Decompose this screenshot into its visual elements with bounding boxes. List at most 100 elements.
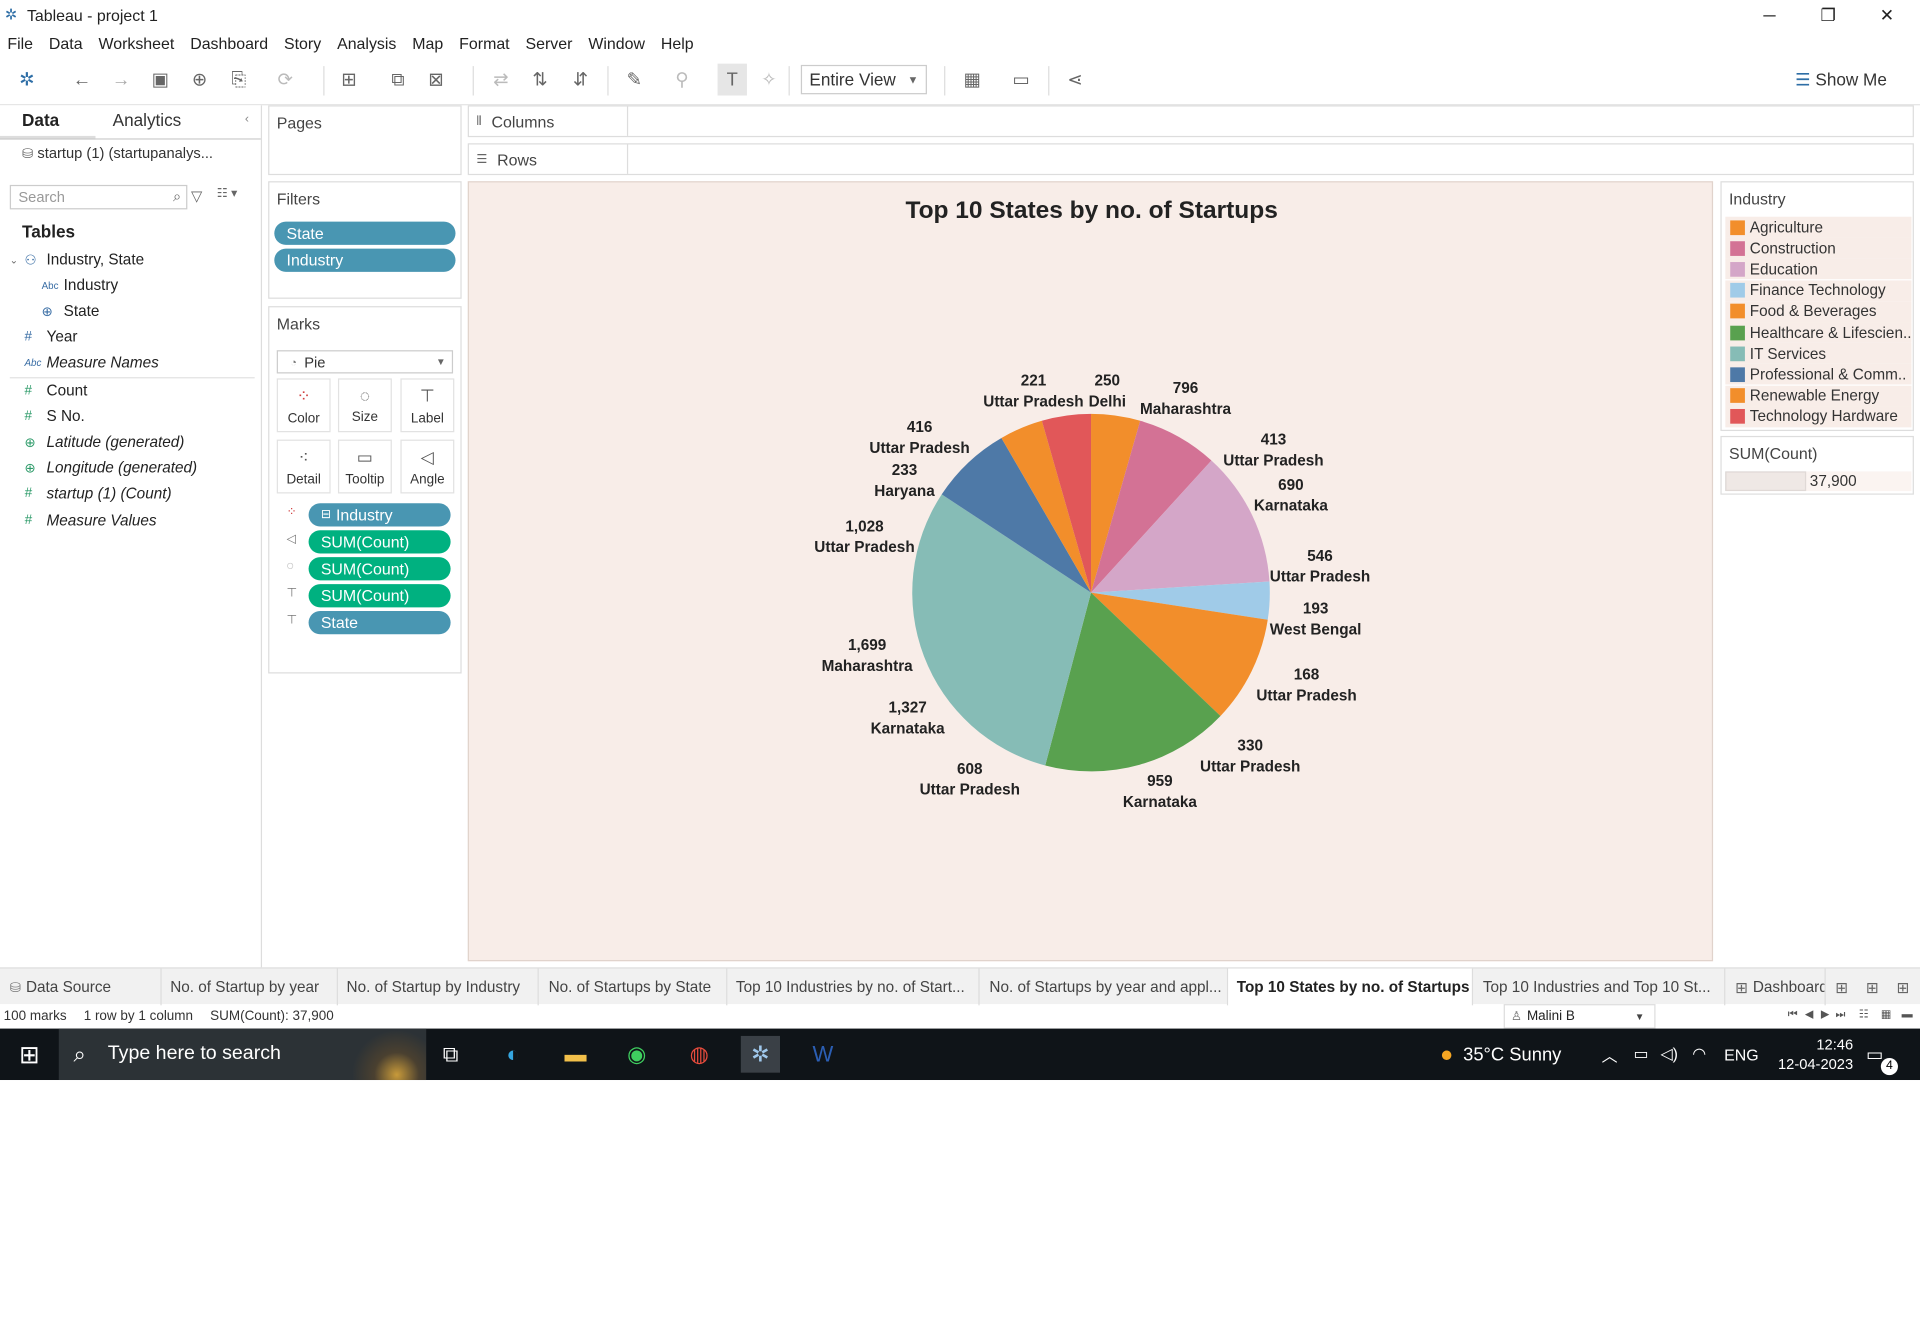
field-startup-count[interactable]: # startup (1) (Count) [24, 485, 171, 502]
filter-pill-state[interactable]: State [274, 221, 456, 245]
new-story-icon[interactable]: ⊞ [1888, 969, 1917, 1006]
legend-item[interactable]: Professional & Comm.. [1725, 364, 1912, 385]
menu-window[interactable]: Window [581, 34, 654, 52]
edge-icon[interactable]: ◐ [493, 1036, 532, 1073]
swap-rows-columns-icon[interactable]: ⇄ [486, 64, 515, 96]
pie-chart[interactable] [469, 182, 1714, 962]
legend-item[interactable]: IT Services [1725, 343, 1912, 364]
save-icon[interactable]: ▣ [146, 64, 175, 96]
tab-sheet[interactable]: No. of Startups by year and appl... [980, 968, 1229, 1006]
label-button[interactable]: ⊤ Label [400, 378, 455, 433]
show-filmstrip-icon[interactable]: ☷ [1859, 1008, 1869, 1021]
tab-sheet[interactable]: Top 10 Industries by no. of Start... [727, 968, 980, 1006]
legend-item[interactable]: Healthcare & Lifescien.. [1725, 322, 1911, 343]
new-worksheet-icon[interactable]: ⊞ [334, 64, 363, 96]
redo-icon[interactable]: → [107, 64, 136, 96]
legend-item[interactable]: Education [1725, 258, 1912, 280]
wifi-icon[interactable]: ◠ [1692, 1029, 1706, 1080]
menu-help[interactable]: Help [654, 34, 703, 52]
file-explorer-icon[interactable]: ▬ [556, 1036, 595, 1073]
next-sheet-icon[interactable]: ▶ [1821, 1008, 1829, 1021]
notification-icon[interactable]: ▭ [1866, 1029, 1883, 1080]
word-icon[interactable]: W [803, 1036, 842, 1073]
field-longitude[interactable]: ⊕ Longitude (generated) [24, 459, 197, 476]
taskbar-search[interactable]: ⌕ Type here to search [58, 1028, 427, 1081]
tab-analytics[interactable]: Analytics [113, 110, 182, 130]
clear-sheet-icon[interactable]: ⊠ [421, 64, 450, 96]
marks-pill-industry[interactable]: ⊟ Industry [308, 503, 451, 527]
pages-card[interactable]: Pages [268, 105, 462, 176]
refresh-icon[interactable]: ⟳ [271, 64, 300, 96]
chrome-icon[interactable]: ◍ [680, 1036, 719, 1073]
menu-dashboard[interactable]: Dashboard [183, 34, 277, 52]
color-legend[interactable]: Industry Agriculture Construction Educatio… [1720, 181, 1914, 432]
legend-item[interactable]: Food & Beverages [1725, 300, 1912, 322]
windows-start-icon[interactable]: ⊞ [10, 1036, 49, 1073]
prev-sheet-icon[interactable]: ◀ [1805, 1008, 1813, 1021]
tableau-taskbar-icon[interactable]: ✲ [740, 1035, 781, 1073]
filter-icon[interactable]: ▽ [191, 187, 202, 204]
field-industry-state[interactable]: ⌄ ⚇ Industry, State [10, 251, 144, 268]
tab-sheet[interactable]: Top 10 Industries and Top 10 St... [1473, 968, 1726, 1006]
speaker-icon[interactable]: ◁) [1660, 1029, 1678, 1080]
menu-file[interactable]: File [0, 34, 42, 52]
size-button[interactable]: ◌ Size [337, 378, 392, 433]
fix-axes-icon[interactable]: ✧ [754, 64, 783, 96]
chart-view[interactable]: Top 10 States by no. of Startups 221 Utta… [467, 181, 1714, 962]
highlight-icon[interactable]: ✎ [620, 64, 649, 96]
new-data-source-icon[interactable]: ⊕ [185, 64, 214, 96]
last-sheet-icon[interactable]: ⏭ [1836, 1008, 1846, 1021]
chevron-up-icon[interactable]: ︿ [1602, 1029, 1618, 1080]
tab-data-source[interactable]: ⛁ Data Source [0, 968, 162, 1006]
tooltip-button[interactable]: ▭ Tooltip [337, 439, 392, 494]
color-button[interactable]: ⁘ Color [276, 378, 331, 433]
detail-button[interactable]: ⁖ Detail [276, 439, 331, 494]
duplicate-sheet-icon[interactable]: ⧉ [383, 64, 412, 96]
search-input[interactable]: Search ⌕ [9, 184, 188, 210]
share-icon[interactable]: ⋖ [1060, 64, 1089, 96]
filter-pill-industry[interactable]: Industry [274, 248, 456, 272]
tab-dashboard[interactable]: ⊞ Dashboard [1725, 968, 1826, 1006]
view-options-icon[interactable]: ☷ ▾ [217, 187, 238, 200]
menu-story[interactable]: Story [277, 34, 330, 52]
legend-item[interactable]: Finance Technology [1725, 279, 1912, 301]
sort-descending-icon[interactable]: ⇵ [566, 64, 595, 96]
menu-worksheet[interactable]: Worksheet [91, 34, 183, 52]
menu-server[interactable]: Server [518, 34, 581, 52]
marks-pill-label-state[interactable]: State [308, 611, 451, 635]
undo-icon[interactable]: ← [67, 64, 96, 96]
new-worksheet-icon[interactable]: ⊞ [1826, 969, 1858, 1006]
menu-analysis[interactable]: Analysis [330, 34, 405, 52]
show-sheet-sorter-icon[interactable]: ▦ [1881, 1008, 1891, 1021]
pause-updates-icon[interactable]: ⎘ [224, 64, 253, 96]
fit-dropdown[interactable]: Entire View ▼ [800, 64, 927, 95]
field-count[interactable]: # Count [24, 382, 87, 399]
whatsapp-icon[interactable]: ◉ [617, 1036, 656, 1073]
mark-type-dropdown[interactable]: ◔ Pie ▼ [276, 350, 454, 374]
meet-now-icon[interactable]: ▭ [1633, 1029, 1648, 1080]
close-button[interactable]: ✕ [1859, 0, 1915, 29]
filters-card[interactable]: Filters State Industry [268, 181, 462, 299]
collapse-pane-icon[interactable]: ‹ [245, 113, 249, 126]
field-state[interactable]: ⊕ State [42, 302, 100, 319]
legend-item[interactable]: Agriculture [1725, 216, 1912, 238]
show-me-button[interactable]: ☰ Show Me [1795, 66, 1887, 93]
language-indicator[interactable]: ENG [1724, 1029, 1758, 1080]
user-dropdown[interactable]: ♙ Malini B ▼ [1503, 1004, 1656, 1029]
marks-pill-size-sum-count[interactable]: SUM(Count) [308, 557, 451, 581]
menu-format[interactable]: Format [452, 34, 518, 52]
menu-map[interactable]: Map [405, 34, 452, 52]
legend-item[interactable]: Construction [1725, 237, 1912, 259]
tab-data[interactable]: Data [22, 110, 59, 130]
field-latitude[interactable]: ⊕ Latitude (generated) [24, 433, 184, 450]
data-source-item[interactable]: ⛁ startup (1) (startupanalys... [22, 144, 213, 161]
marks-pill-angle-sum-count[interactable]: SUM(Count) [308, 530, 451, 554]
show-mark-labels-icon[interactable]: T [717, 63, 747, 96]
rows-shelf[interactable]: ☰ Rows [467, 143, 1914, 176]
field-measure-values[interactable]: # Measure Values [24, 512, 156, 529]
tableau-home-icon[interactable]: ✲ [12, 64, 41, 96]
size-legend[interactable]: SUM(Count) 37,900 [1720, 435, 1914, 495]
presentation-mode-icon[interactable]: ▭ [1007, 64, 1036, 96]
restore-button[interactable]: ❐ [1800, 0, 1856, 29]
tab-sheet-active[interactable]: Top 10 States by no. of Startups [1228, 968, 1474, 1006]
